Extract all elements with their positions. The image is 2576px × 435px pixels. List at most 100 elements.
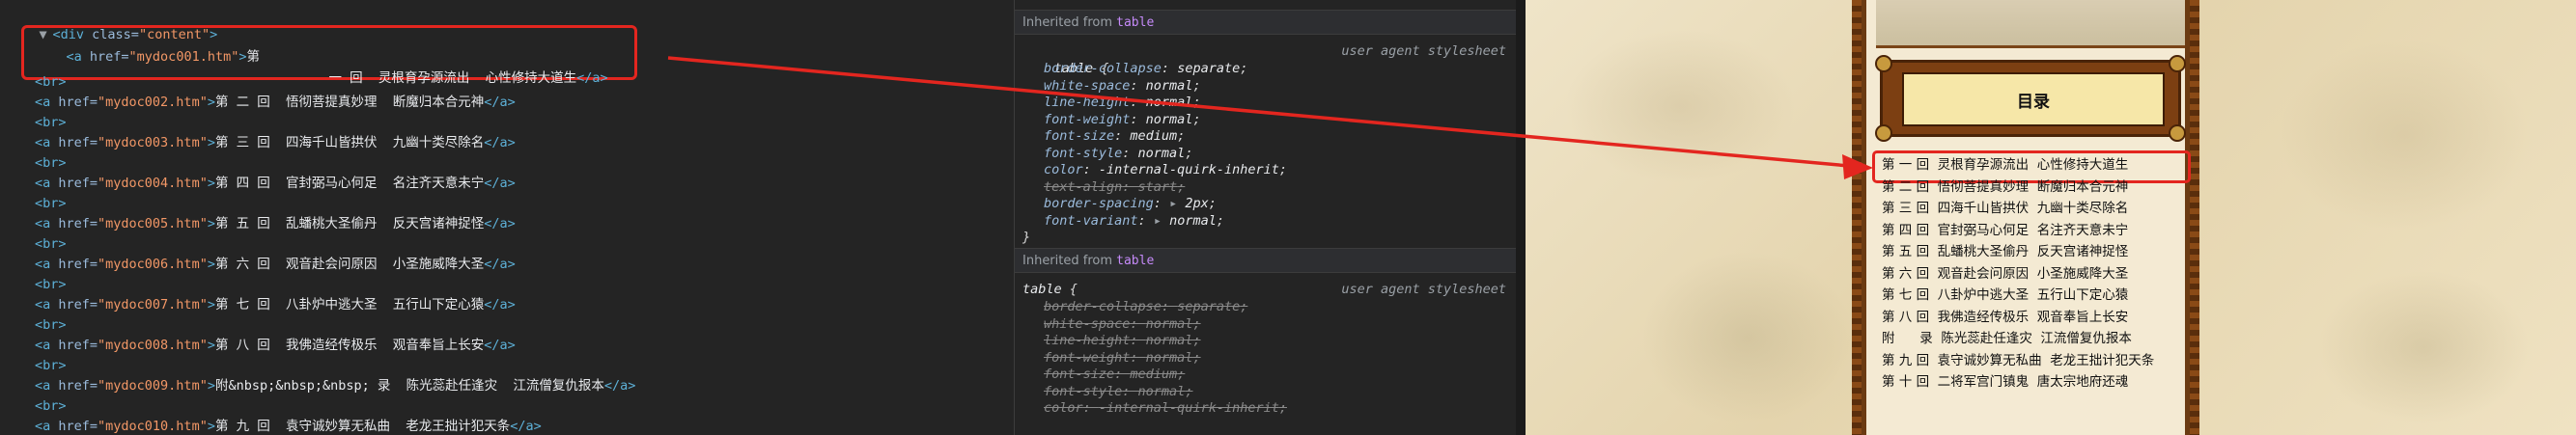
inherited-from-link[interactable]: table — [1116, 254, 1154, 268]
dom-node-a[interactable]: <a href="mydoc004.htm">第 四 回 官封弼马心何足 名注齐… — [35, 174, 516, 193]
dom-node-br[interactable]: <br> — [35, 194, 67, 213]
panel-divider — [1516, 0, 1526, 435]
css-declaration[interactable]: text-align: start; — [1044, 178, 1185, 196]
css-declaration[interactable]: border-collapse: separate; — [1044, 60, 1247, 77]
css-declaration[interactable]: white-space: normal; — [1044, 315, 1201, 333]
css-value[interactable]: separate — [1177, 61, 1240, 76]
css-property[interactable]: font-size — [1044, 367, 1114, 382]
css-declaration[interactable]: font-size: medium; — [1044, 127, 1185, 145]
toc-link[interactable]: 第 四 回 官封弼马心何足 名注齐天意未宁 — [1882, 220, 2181, 242]
css-value[interactable]: 2px — [1185, 196, 1208, 211]
dom-node-a[interactable]: <a href="mydoc007.htm">第 七 回 八卦炉中逃大圣 五行山… — [35, 295, 516, 314]
dom-node-br[interactable]: <br> — [35, 72, 67, 92]
dom-node-a-first[interactable]: <a href="mydoc001.htm">第 — [35, 28, 260, 65]
tag-br: <br> — [35, 155, 67, 171]
dom-node-a-first-continued[interactable]: 一 回 灵根育孕源流出 心性修持大道生</a> — [297, 49, 608, 86]
expand-triangle-icon[interactable]: ▸ — [1154, 213, 1169, 229]
css-property[interactable]: color — [1044, 400, 1083, 416]
css-value[interactable]: normal — [1146, 78, 1193, 94]
tag-end: </a> — [603, 378, 636, 394]
css-value[interactable]: normal — [1146, 333, 1193, 348]
css-property[interactable]: line-height — [1044, 333, 1130, 348]
css-value[interactable]: normal — [1146, 95, 1193, 110]
toc-link[interactable]: 第 八 回 我佛造经传极乐 观音奉旨上长安 — [1882, 307, 2181, 329]
css-property[interactable]: color — [1044, 162, 1083, 177]
css-declaration[interactable]: font-size: medium; — [1044, 366, 1185, 383]
css-property[interactable]: font-style — [1044, 146, 1122, 161]
tag-open: <a — [66, 49, 90, 65]
dom-node-div-content[interactable]: ▼ <div class="content"> — [8, 6, 218, 42]
css-value[interactable]: medium — [1130, 128, 1177, 144]
dom-node-br[interactable]: <br> — [35, 315, 67, 335]
css-declaration[interactable]: white-space: normal; — [1044, 77, 1201, 95]
css-property[interactable]: font-size — [1044, 128, 1114, 144]
css-property[interactable]: line-height — [1044, 95, 1130, 110]
dom-node-a[interactable]: <a href="mydoc008.htm">第 八 回 我佛造经传极乐 观音奉… — [35, 336, 516, 355]
css-property[interactable]: font-weight — [1044, 112, 1130, 127]
css-declaration[interactable]: line-height: normal; — [1044, 94, 1201, 111]
toc-link[interactable]: 第 三 回 四海千山皆拱伏 九幽十类尽除名 — [1882, 198, 2181, 220]
dom-node-a[interactable]: <a href="mydoc006.htm">第 六 回 观音赴会问原因 小圣施… — [35, 255, 516, 274]
css-value[interactable]: -internal-quirk-inherit — [1099, 162, 1279, 177]
dom-node-a[interactable]: <a href="mydoc009.htm">附&nbsp;&nbsp;&nbs… — [35, 376, 635, 395]
colon: : — [1130, 315, 1146, 332]
dom-node-br[interactable]: <br> — [35, 356, 67, 375]
attr-value: "mydoc007.htm" — [98, 297, 208, 313]
colon: : — [1130, 349, 1146, 366]
attr-name: href= — [58, 338, 98, 353]
dom-node-br[interactable]: <br> — [35, 396, 67, 416]
css-declaration[interactable]: font-style: normal; — [1044, 383, 1192, 400]
toc-link[interactable]: 第 一 回 灵根育孕源流出 心性修持大道生 — [1882, 154, 2181, 177]
css-declaration[interactable]: font-weight: normal; — [1044, 111, 1201, 128]
css-property[interactable]: font-weight — [1044, 350, 1130, 366]
css-declaration[interactable]: border-collapse: separate; — [1044, 298, 1247, 315]
toc-link[interactable]: 第 七 回 八卦炉中逃大圣 五行山下定心猿 — [1882, 285, 2181, 307]
css-value[interactable]: normal — [1146, 112, 1193, 127]
css-value[interactable]: normal — [1138, 146, 1186, 161]
toc-link[interactable]: 附 录 陈光蕊赴任逢灾 江流僧复仇报本 — [1882, 328, 2181, 350]
dom-node-a[interactable]: <a href="mydoc002.htm">第 二 回 悟彻菩提真妙理 断魔归… — [35, 93, 516, 112]
css-value[interactable]: -internal-quirk-inherit — [1099, 400, 1279, 416]
inherited-from-link[interactable]: table — [1116, 15, 1154, 30]
css-declaration[interactable]: border-spacing: ▸ 2px; — [1044, 195, 1217, 212]
dom-node-br[interactable]: <br> — [35, 275, 67, 294]
dom-node-a[interactable]: <a href="mydoc003.htm">第 三 回 四海千山皆拱伏 九幽十… — [35, 133, 516, 152]
css-declaration[interactable]: line-height: normal; — [1044, 332, 1201, 349]
css-property[interactable]: border-collapse — [1044, 299, 1162, 314]
dom-node-a[interactable]: <a href="mydoc005.htm">第 五 回 乱蟠桃大圣偷丹 反天宫… — [35, 214, 516, 233]
css-value[interactable]: medium — [1130, 367, 1177, 382]
css-declaration[interactable]: font-variant: ▸ normal; — [1044, 212, 1224, 230]
css-value[interactable]: separate — [1177, 299, 1240, 314]
css-value[interactable]: start — [1138, 179, 1178, 195]
css-declaration[interactable]: font-style: normal; — [1044, 145, 1192, 162]
css-declaration[interactable]: color: -internal-quirk-inherit; — [1044, 161, 1287, 178]
css-value[interactable]: normal — [1146, 350, 1193, 366]
css-declaration[interactable]: font-weight: normal; — [1044, 349, 1201, 367]
css-value[interactable]: normal — [1169, 213, 1217, 229]
rule-selector[interactable]: table { — [1022, 42, 1109, 76]
css-value[interactable]: normal — [1138, 384, 1186, 399]
css-declaration[interactable]: color: -internal-quirk-inherit; — [1044, 399, 1287, 417]
toc-link[interactable]: 第 九 回 袁守诚妙算无私曲 老龙王拙计犯天条 — [1882, 350, 2181, 372]
toc-link[interactable]: 第 二 回 悟彻菩提真妙理 断魔归本合元神 — [1882, 177, 2181, 199]
dom-node-a[interactable]: <a href="mydoc010.htm">第 九 回 袁守诚妙算无私曲 老龙… — [35, 417, 542, 435]
css-property[interactable]: border-spacing — [1044, 196, 1154, 211]
dom-node-br[interactable]: <br> — [35, 153, 67, 173]
css-property[interactable]: border-collapse — [1044, 61, 1162, 76]
css-property[interactable]: font-style — [1044, 384, 1122, 399]
dom-node-br[interactable]: <br> — [35, 113, 67, 132]
css-property[interactable]: white-space — [1044, 316, 1130, 332]
expand-triangle-icon[interactable]: ▸ — [1169, 196, 1185, 211]
css-value[interactable]: normal — [1146, 316, 1193, 332]
css-property[interactable]: white-space — [1044, 78, 1130, 94]
attr-value: "mydoc009.htm" — [98, 378, 208, 394]
rule-selector[interactable]: table { — [1022, 281, 1078, 298]
tag-close: > — [207, 176, 215, 191]
css-property[interactable]: font-variant — [1044, 213, 1138, 229]
dom-node-br[interactable]: <br> — [35, 234, 67, 254]
toc-link[interactable]: 第 六 回 观音赴会问原因 小圣施威降大圣 — [1882, 263, 2181, 285]
css-property[interactable]: text-align — [1044, 179, 1122, 195]
colon: : — [1114, 128, 1131, 144]
toc-link[interactable]: 第 五 回 乱蟠桃大圣偷丹 反天宫诸神捉怪 — [1882, 241, 2181, 263]
toc-link[interactable]: 第 十 回 二将军宫门镇鬼 唐太宗地府还魂 — [1882, 371, 2181, 394]
